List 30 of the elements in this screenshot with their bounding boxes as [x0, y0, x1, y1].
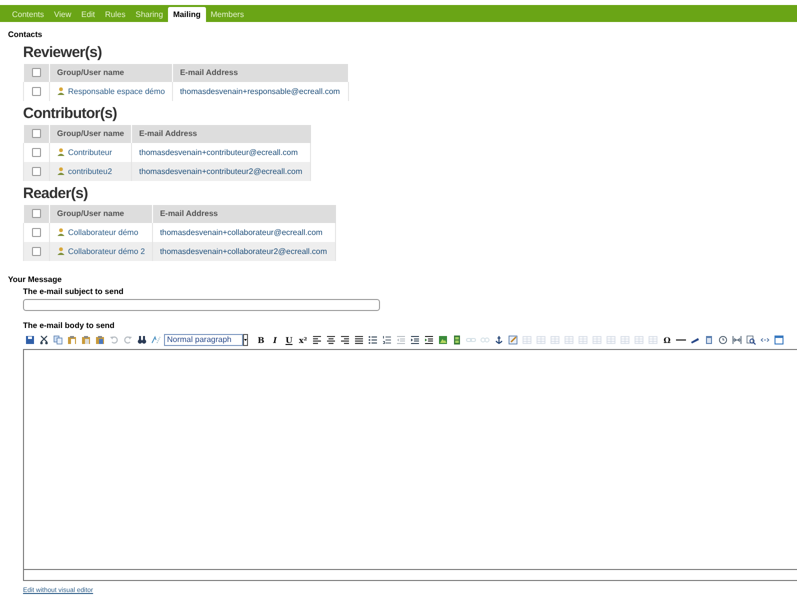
user-link[interactable]: Collaborateur démo [68, 228, 138, 236]
group-heading: Reviewer(s) [23, 44, 103, 62]
email-link[interactable]: thomasdesvenain+responsable@ecreall.com [180, 86, 340, 96]
column-header: Group/User name [50, 205, 152, 223]
field-label: The e-mail subject to send [23, 287, 124, 297]
email-link[interactable]: thomasdesvenain+contributeur@ecreall.com [139, 148, 298, 156]
column-header: E-mail Address [132, 125, 311, 143]
group-heading: Contributor(s) [23, 105, 118, 123]
user-link[interactable]: Contributeur [68, 148, 112, 156]
user-link[interactable]: contributeu2 [68, 166, 112, 176]
column-header: Group/User name [50, 64, 172, 82]
user-link[interactable]: Responsable espace démo [68, 86, 165, 96]
tab[interactable]: Mailing [168, 7, 206, 22]
user-link[interactable]: Collaborateur démo 2 [68, 246, 145, 256]
email-link[interactable]: thomasdesvenain+contributeur2@ecreall.com [139, 166, 302, 176]
group-heading: Reader(s) [23, 185, 89, 203]
column-header: E-mail Address [172, 64, 348, 82]
section-title: Contacts [8, 30, 44, 40]
format-button[interactable]: U [282, 334, 296, 346]
column-header: Group/User name [50, 125, 132, 143]
section-title: Your Message [8, 275, 63, 285]
email-link[interactable]: thomasdesvenain+collaborateur2@ecreall.com [160, 246, 328, 256]
field-label: The e-mail body to send [23, 321, 116, 331]
format-button[interactable]: I [268, 334, 282, 346]
format-button[interactable]: Ω [660, 334, 674, 346]
format-button[interactable]: B [254, 334, 268, 346]
column-header: E-mail Address [152, 205, 336, 223]
email-link[interactable]: thomasdesvenain+collaborateur@ecreall.com [160, 228, 323, 236]
format-button[interactable]: x² [296, 334, 310, 346]
format-select[interactable]: Normal paragraph [164, 334, 243, 346]
